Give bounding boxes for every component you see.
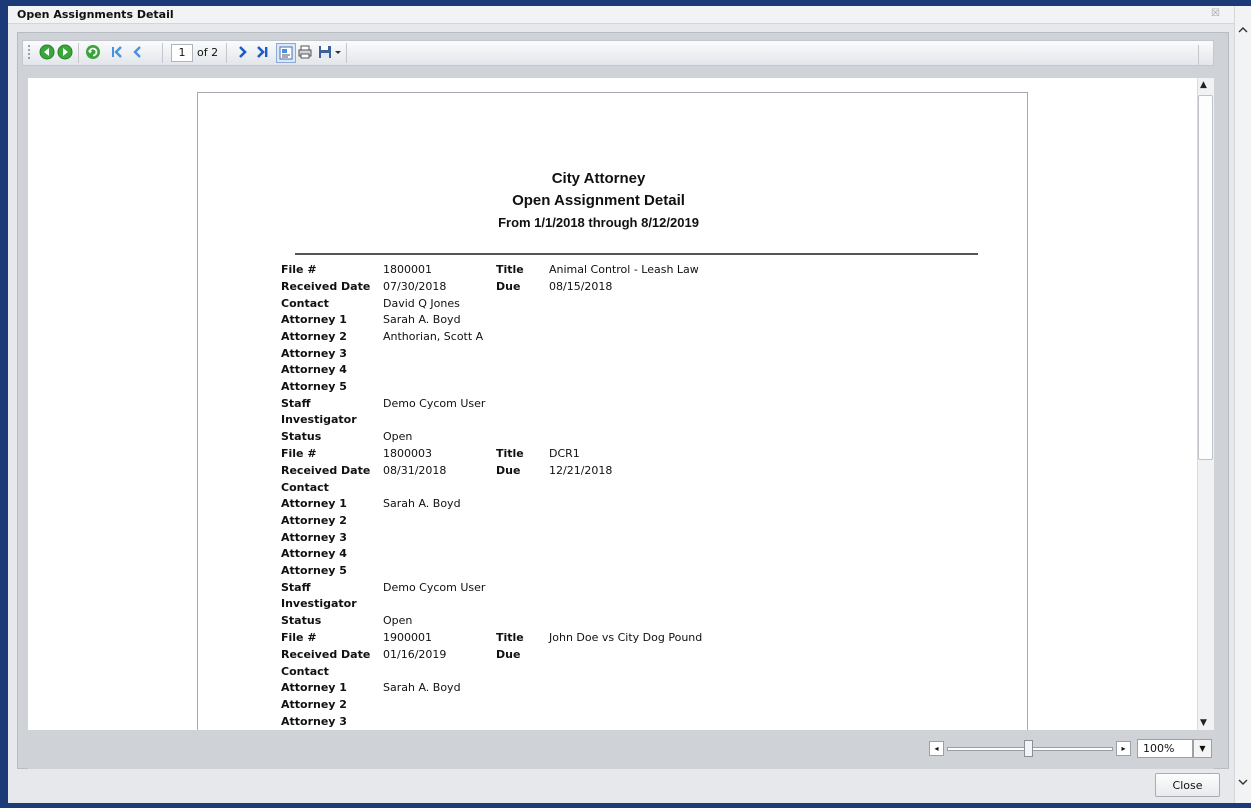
record-due-date: 12/21/2018 <box>549 464 613 477</box>
record-title: DCR1 <box>549 447 580 460</box>
record-received-date: 08/31/2018 <box>383 464 447 477</box>
field-label-attorney4: Attorney 4 <box>281 547 347 560</box>
field-label-contact: Contact <box>281 665 329 678</box>
field-label-attorney2: Attorney 2 <box>281 330 347 343</box>
toolbar-grip <box>28 45 31 59</box>
clipped-row: Attorney 3 <box>281 715 401 730</box>
page-layout-icon[interactable] <box>276 43 296 63</box>
field-label-file: File # <box>281 447 317 460</box>
field-label-attorney1: Attorney 1 <box>281 681 347 694</box>
record-contact: David Q Jones <box>383 297 460 310</box>
record-title: John Doe vs City Dog Pound <box>549 631 703 644</box>
scroll-up-icon[interactable]: ▲ <box>1200 80 1207 90</box>
field-label-received: Received Date <box>281 280 371 293</box>
field-label-attorney2: Attorney 2 <box>281 514 347 527</box>
field-label-file: File # <box>281 263 317 276</box>
print-icon[interactable] <box>296 43 314 61</box>
toolbar-separator <box>226 43 227 63</box>
scroll-down-icon[interactable]: ▼ <box>1200 718 1207 728</box>
toolbar-overflow-handle[interactable] <box>1198 45 1212 65</box>
outer-scroll-up-icon[interactable] <box>1236 24 1250 38</box>
record-title: Animal Control - Leash Law <box>549 263 699 276</box>
report-divider <box>295 253 978 255</box>
record-status: Open <box>383 614 413 627</box>
last-page-icon[interactable] <box>254 43 272 61</box>
field-label-attorney5: Attorney 5 <box>281 380 347 393</box>
nav-forward-icon[interactable] <box>56 43 74 61</box>
prev-page-icon[interactable] <box>128 43 146 61</box>
save-icon[interactable] <box>316 43 334 61</box>
zoom-level-select[interactable]: 100% <box>1137 739 1193 758</box>
window-title: Open Assignments Detail <box>17 8 174 21</box>
record-due-date: 08/15/2018 <box>549 280 613 293</box>
record-attorney1: Sarah A. Boyd <box>383 497 461 510</box>
document-scroll-thumb[interactable] <box>1198 95 1213 460</box>
record-received-date: 07/30/2018 <box>383 280 447 293</box>
field-label-attorney3: Attorney 3 <box>281 715 347 728</box>
field-label-title: Title <box>496 631 524 644</box>
next-page-icon[interactable] <box>234 43 252 61</box>
record-status: Open <box>383 430 413 443</box>
field-label-attorney3: Attorney 3 <box>281 531 347 544</box>
field-label-attorney2: Attorney 2 <box>281 698 347 711</box>
record-attorney2: Anthorian, Scott A <box>383 330 484 343</box>
field-label-received: Received Date <box>281 648 371 661</box>
page-count-label: of 2 <box>197 46 219 59</box>
field-label-status: Status <box>281 614 322 627</box>
field-label-title: Title <box>496 263 524 276</box>
record-file-number: 1900001 <box>383 631 432 644</box>
field-label-investigator: Investigator <box>281 413 357 426</box>
record-file-number: 1800001 <box>383 263 432 276</box>
save-dropdown-icon[interactable] <box>333 43 343 61</box>
field-label-contact: Contact <box>281 481 329 494</box>
record-received-date: 01/16/2019 <box>383 648 447 661</box>
record-attorney1: Sarah A. Boyd <box>383 681 461 694</box>
field-label-due: Due <box>496 464 521 477</box>
field-label-contact: Contact <box>281 297 329 310</box>
record-staff: Demo Cycom User <box>383 581 486 594</box>
field-label-title: Title <box>496 447 524 460</box>
zoom-slider-thumb[interactable] <box>1024 740 1033 757</box>
page-number-input[interactable]: 1 <box>171 44 193 62</box>
toolbar-separator <box>162 43 163 63</box>
refresh-icon[interactable] <box>84 43 102 61</box>
window-titlebar <box>8 6 1234 24</box>
field-label-staff: Staff <box>281 581 311 594</box>
record-staff: Demo Cycom User <box>383 397 486 410</box>
field-label-due: Due <box>496 280 521 293</box>
zoom-out-arrow-icon[interactable]: ◂ <box>929 741 944 756</box>
field-label-due: Due <box>496 648 521 661</box>
field-label-attorney1: Attorney 1 <box>281 313 347 326</box>
window-close-icon[interactable]: ☒ <box>1211 8 1220 19</box>
field-label-attorney1: Attorney 1 <box>281 497 347 510</box>
field-label-file: File # <box>281 631 317 644</box>
zoom-dropdown-icon[interactable]: ▼ <box>1193 739 1212 758</box>
field-label-attorney5: Attorney 5 <box>281 564 347 577</box>
outer-scrollbar[interactable] <box>1234 6 1251 803</box>
zoom-in-arrow-icon[interactable]: ▸ <box>1116 741 1131 756</box>
field-label-attorney4: Attorney 4 <box>281 363 347 376</box>
toolbar-separator <box>346 43 347 63</box>
outer-scroll-down-icon[interactable] <box>1236 776 1250 790</box>
field-label-attorney3: Attorney 3 <box>281 347 347 360</box>
nav-back-icon[interactable] <box>38 43 56 61</box>
field-label-received: Received Date <box>281 464 371 477</box>
close-button[interactable]: Close <box>1155 773 1220 797</box>
record-file-number: 1800003 <box>383 447 432 460</box>
field-label-status: Status <box>281 430 322 443</box>
toolbar-separator <box>78 43 79 63</box>
first-page-icon[interactable] <box>108 43 126 61</box>
record-attorney1: Sarah A. Boyd <box>383 313 461 326</box>
field-label-staff: Staff <box>281 397 311 410</box>
field-label-investigator: Investigator <box>281 597 357 610</box>
